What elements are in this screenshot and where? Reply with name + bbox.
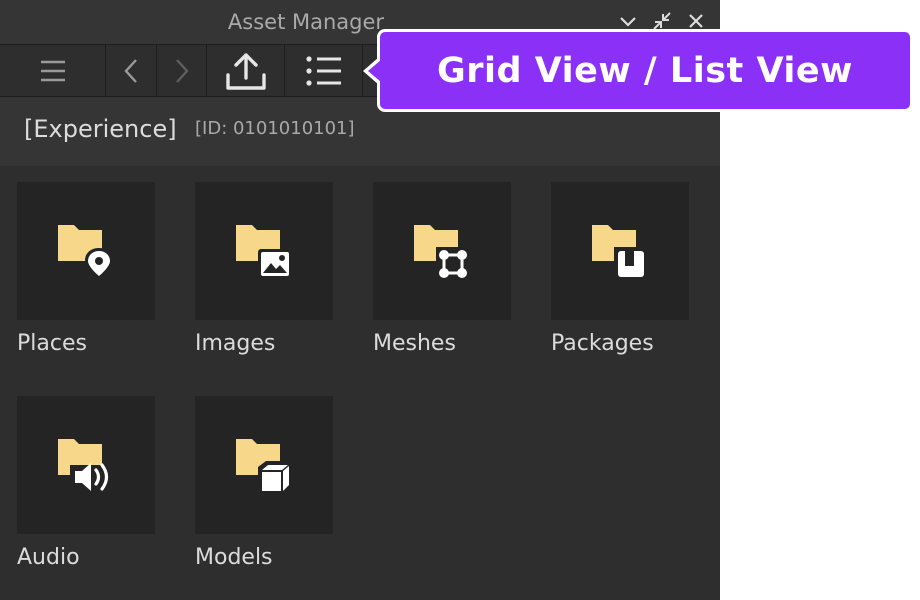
folder-label: Places — [17, 331, 87, 356]
upload-button[interactable] — [207, 45, 285, 96]
folder-location-pin-icon — [54, 221, 118, 281]
folder-label: Images — [195, 331, 276, 356]
experience-id: [ID: 0101010101] — [195, 118, 355, 139]
chevron-right-icon — [174, 58, 190, 84]
upload-icon — [225, 51, 267, 91]
callout-text: Grid View / List View — [436, 50, 853, 91]
menu-button[interactable] — [0, 45, 106, 96]
folder-label: Packages — [551, 331, 654, 356]
folder-tile-images[interactable] — [195, 182, 333, 320]
folder-package-icon — [588, 221, 652, 281]
folder-audio-icon — [54, 435, 118, 495]
folder-image-icon — [232, 221, 296, 281]
list-view-button[interactable] — [285, 45, 363, 96]
forward-button[interactable] — [157, 45, 207, 96]
view-toggle-callout: Grid View / List View — [363, 29, 913, 112]
folder-label: Models — [195, 545, 273, 570]
folder-tile-audio[interactable] — [17, 396, 155, 534]
folder-label: Audio — [17, 545, 80, 570]
hamburger-menu-icon — [39, 59, 67, 83]
folder-tile-places[interactable] — [17, 182, 155, 320]
folder-label: Meshes — [373, 331, 456, 356]
folder-model-icon — [232, 435, 296, 495]
folder-tile-models[interactable] — [195, 396, 333, 534]
experience-name: [Experience] — [24, 115, 177, 143]
folder-mesh-icon — [410, 221, 474, 281]
list-view-icon — [305, 55, 343, 87]
folder-tile-meshes[interactable] — [373, 182, 511, 320]
chevron-left-icon — [123, 58, 139, 84]
back-button[interactable] — [106, 45, 157, 96]
folder-tile-packages[interactable] — [551, 182, 689, 320]
